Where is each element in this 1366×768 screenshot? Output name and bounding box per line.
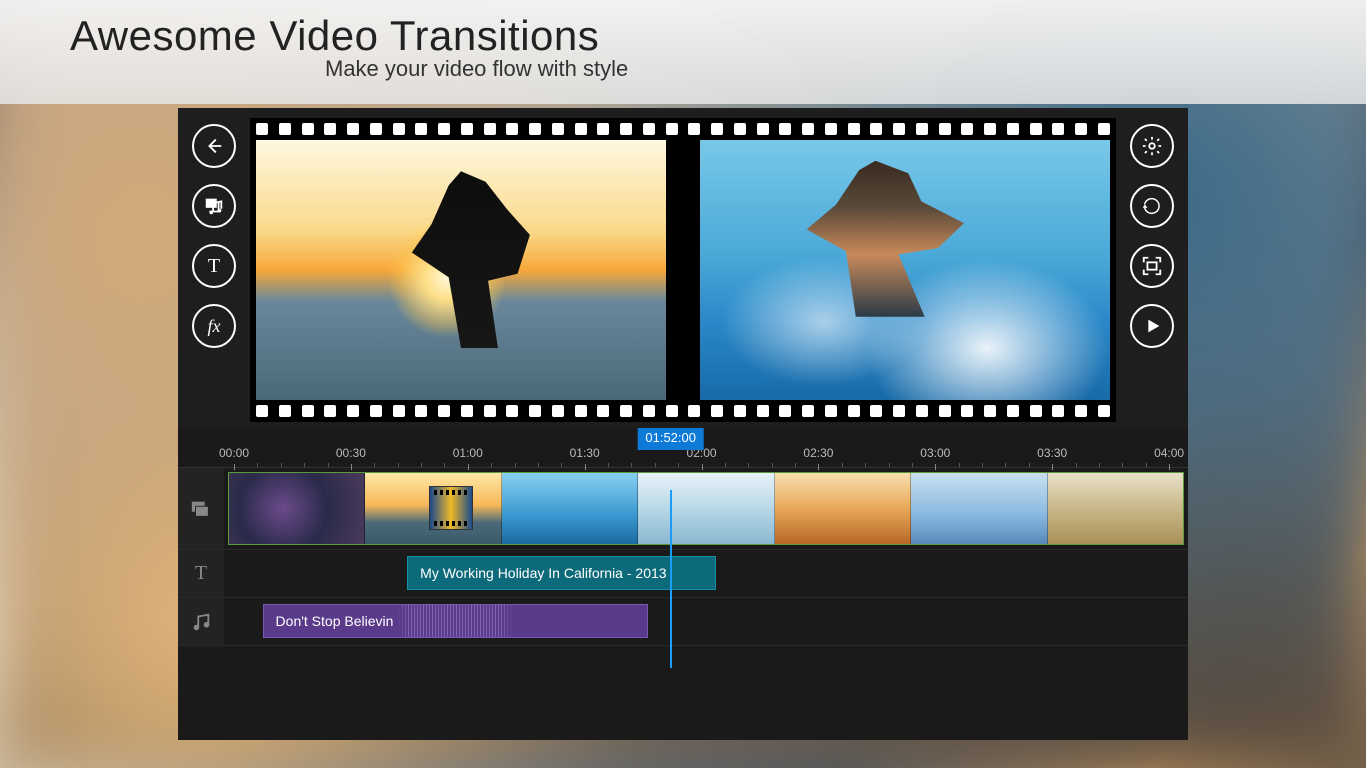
playhead-line[interactable] (670, 490, 672, 668)
left-toolbar: T fx (186, 118, 242, 422)
video-thumb (502, 473, 638, 544)
timeline-ruler[interactable]: 00:0000:3001:0001:3002:0002:3003:0003:30… (178, 428, 1188, 468)
media-icon (203, 195, 225, 217)
title-track: T My Working Holiday In California - 201… (178, 550, 1188, 598)
audio-track-header[interactable] (178, 598, 224, 645)
ruler-tick: 01:30 (570, 446, 600, 460)
video-track-body[interactable] (224, 468, 1188, 549)
fullscreen-button[interactable] (1130, 244, 1174, 288)
title-clip-label: My Working Holiday In California - 2013 (420, 565, 666, 581)
play-button[interactable] (1130, 304, 1174, 348)
film-perforation-top (250, 118, 1116, 140)
ruler-tick: 03:00 (920, 446, 950, 460)
back-button[interactable] (192, 124, 236, 168)
video-thumb (775, 473, 911, 544)
video-thumb (911, 473, 1047, 544)
audio-clip-label: Don't Stop Believin (276, 613, 394, 629)
audio-track: Don't Stop Believin (178, 598, 1188, 646)
preview-frames (250, 140, 1116, 400)
audio-clip[interactable]: Don't Stop Believin (263, 604, 649, 638)
video-clip-strip[interactable] (228, 472, 1184, 545)
video-thumb (1048, 473, 1183, 544)
timeline-tracks: T My Working Holiday In California - 201… (178, 468, 1188, 740)
timeline: 00:0000:3001:0001:3002:0002:3003:0003:30… (178, 428, 1188, 740)
text-icon: T (208, 255, 220, 278)
ruler-tick: 04:00 (1154, 446, 1184, 460)
preview-frame-left (256, 140, 666, 400)
fx-icon: fx (208, 316, 221, 337)
music-note-icon (190, 611, 212, 633)
preview-row: T fx (178, 108, 1188, 428)
video-track-header[interactable] (178, 468, 224, 549)
transition-marker[interactable] (429, 486, 473, 530)
ruler-tick: 00:30 (336, 446, 366, 460)
banner-subtitle: Make your video flow with style (325, 56, 1296, 82)
playhead-time-badge[interactable]: 01:52:00 (637, 428, 704, 450)
arrow-left-icon (203, 135, 225, 157)
promo-banner: Awesome Video Transitions Make your vide… (0, 0, 1366, 104)
play-icon (1141, 315, 1163, 337)
titles-button[interactable]: T (192, 244, 236, 288)
text-icon: T (195, 562, 207, 585)
media-library-button[interactable] (192, 184, 236, 228)
ruler-tick: 03:30 (1037, 446, 1067, 460)
title-track-header[interactable]: T (178, 550, 224, 597)
film-perforation-bottom (250, 400, 1116, 422)
effects-button[interactable]: fx (192, 304, 236, 348)
ruler-tick: 01:00 (453, 446, 483, 460)
fullscreen-icon (1141, 255, 1163, 277)
video-track (178, 468, 1188, 550)
audio-track-body[interactable]: Don't Stop Believin (224, 598, 1188, 645)
ruler-tick: 00:00 (219, 446, 249, 460)
undo-button[interactable] (1130, 184, 1174, 228)
video-track-icon (190, 498, 212, 520)
undo-icon (1141, 195, 1163, 217)
right-toolbar (1124, 118, 1180, 422)
title-track-body[interactable]: My Working Holiday In California - 2013 (224, 550, 1188, 597)
preview-filmstrip (250, 118, 1116, 422)
gear-icon (1141, 135, 1163, 157)
banner-title: Awesome Video Transitions (70, 12, 1296, 60)
ruler-tick: 02:30 (803, 446, 833, 460)
preview-frame-right (700, 140, 1110, 400)
video-thumb (638, 473, 774, 544)
settings-button[interactable] (1130, 124, 1174, 168)
video-thumb (229, 473, 365, 544)
video-editor-window: T fx (178, 108, 1188, 740)
